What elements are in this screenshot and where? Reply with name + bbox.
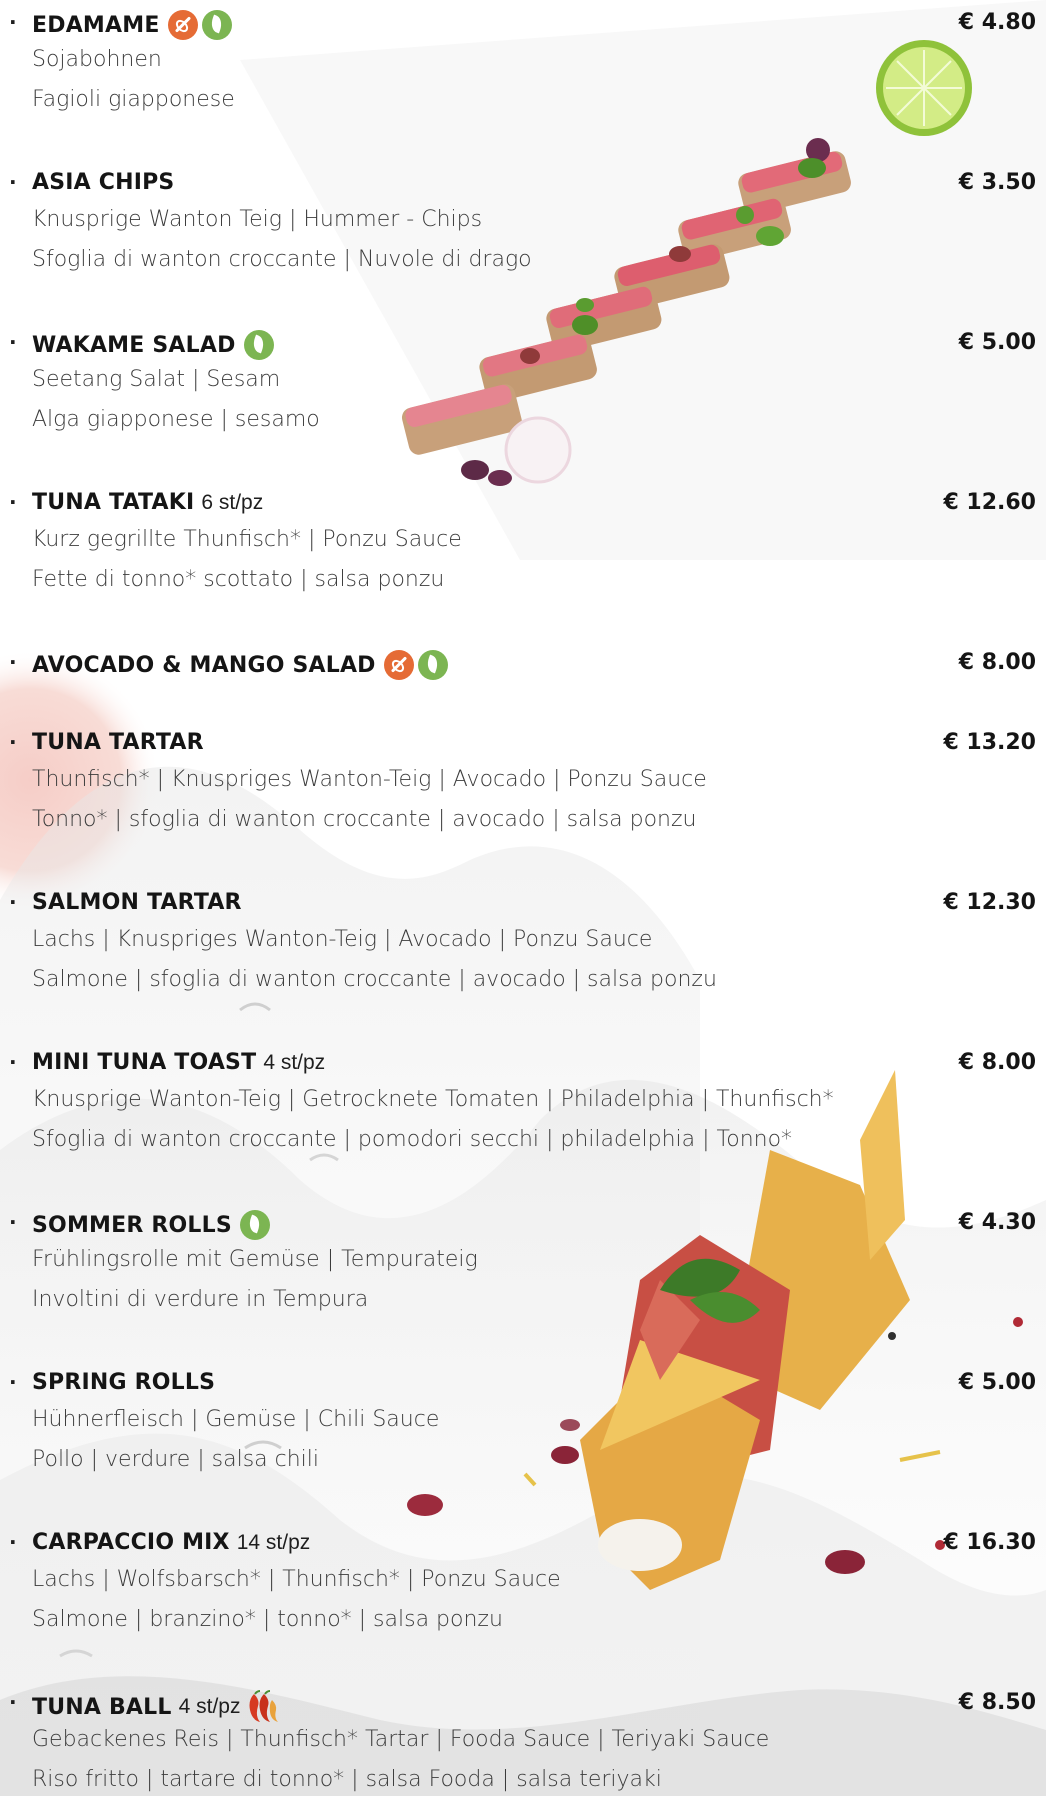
bullet: · <box>9 890 17 914</box>
item-name: AVOCADO & MANGO SALAD <box>32 652 376 678</box>
item-description-it: Tonno* | sfoglia di wanton croccante | a… <box>32 807 697 832</box>
vegan-leaf-icon <box>243 330 274 360</box>
item-description-de: Knusprige Wanton Teig | Hummer - Chips <box>32 207 483 232</box>
item-name: EDAMAME <box>32 12 160 38</box>
item-price: € 8.00 <box>958 650 1036 675</box>
menu-item: · TUNA BALL 4 st/pz € 8.50 Gebackenes Re… <box>0 1684 1046 1800</box>
bullet: · <box>9 730 17 754</box>
item-description-it: Fagioli giapponese <box>32 87 235 112</box>
vegan-leaf-icon <box>417 650 448 680</box>
item-description-it: Sfoglia di wanton croccante | pomodori s… <box>32 1127 793 1152</box>
item-name: SOMMER ROLLS <box>32 1212 232 1238</box>
bullet: · <box>9 10 17 34</box>
item-description-de: Gebackenes Reis | Thunfisch* Tartar | Fo… <box>32 1727 770 1752</box>
item-description-de: Hühnerfleisch | Gemüse | Chili Sauce <box>32 1407 440 1432</box>
item-description-it: Salmone | branzino* | tonno* | salsa pon… <box>32 1607 503 1632</box>
gluten-free-icon <box>383 650 414 680</box>
item-description-de: Thunfisch* | Knuspriges Wanton-Teig | Av… <box>32 767 707 792</box>
item-description-it: Salmone | sfoglia di wanton croccante | … <box>32 967 717 992</box>
item-description-it: Pollo | verdure | salsa chili <box>32 1447 320 1472</box>
item-name: TUNA BALL <box>32 1694 172 1720</box>
menu-item: · EDAMAME € 4.80 Sojabohnen Fagioli giap… <box>0 4 1046 120</box>
item-name: WAKAME SALAD <box>32 332 236 358</box>
item-name: SPRING ROLLS <box>32 1370 216 1395</box>
vegan-leaf-icon <box>201 10 232 40</box>
bullet: · <box>9 1050 17 1074</box>
bullet: · <box>9 1370 17 1394</box>
item-price: € 5.00 <box>958 1370 1036 1395</box>
item-name: ASIA CHIPS <box>32 170 175 195</box>
gluten-free-icon <box>167 10 198 40</box>
item-quantity: 4 st/pz <box>178 1695 241 1718</box>
item-price: € 5.00 <box>958 330 1036 355</box>
bullet: · <box>9 490 17 514</box>
menu-item: · TUNA TATAKI 6 st/pz € 12.60 Kurz gegri… <box>0 484 1046 600</box>
item-name: TUNA TATAKI <box>32 490 195 515</box>
item-description-it: Sfoglia di wanton croccante | Nuvole di … <box>32 247 532 272</box>
item-name: CARPACCIO MIX <box>32 1530 230 1555</box>
item-name: MINI TUNA TOAST <box>32 1050 257 1075</box>
menu-item: · SPRING ROLLS € 5.00 Hühnerfleisch | Ge… <box>0 1364 1046 1480</box>
menu-item: · WAKAME SALAD € 5.00 Seetang Salat | Se… <box>0 324 1046 440</box>
item-description-de: Kurz gegrillte Thunfisch* | Ponzu Sauce <box>32 527 462 552</box>
item-price: € 16.30 <box>943 1530 1036 1555</box>
item-price: € 12.60 <box>943 490 1036 515</box>
item-price: € 12.30 <box>943 890 1036 915</box>
bullet: · <box>9 1530 17 1554</box>
bullet: · <box>9 650 17 674</box>
item-description-de: Lachs | Wolfsbarsch* | Thunfisch* | Ponz… <box>32 1567 561 1592</box>
item-quantity: 4 st/pz <box>263 1050 326 1074</box>
item-price: € 3.50 <box>958 170 1036 195</box>
item-description-de: Sojabohnen <box>32 47 162 72</box>
chili-pepper-icon <box>249 1690 279 1722</box>
item-price: € 4.80 <box>958 10 1036 35</box>
item-description-de: Knusprige Wanton-Teig | Getrocknete Toma… <box>32 1087 834 1112</box>
vegan-leaf-icon <box>239 1210 270 1240</box>
item-description-it: Fette di tonno* scottato | salsa ponzu <box>32 567 445 592</box>
menu-item: · SOMMER ROLLS € 4.30 Frühlingsrolle mit… <box>0 1204 1046 1320</box>
item-price: € 13.20 <box>943 730 1036 755</box>
menu-item: · AVOCADO & MANGO SALAD € 8.00 <box>0 644 1046 680</box>
item-description-it: Riso fritto | tartare di tonno* | salsa … <box>32 1767 662 1792</box>
item-price: € 8.00 <box>958 1050 1036 1075</box>
bullet: · <box>9 170 17 194</box>
bullet: · <box>9 1210 17 1234</box>
item-name: SALMON TARTAR <box>32 890 242 915</box>
bullet: · <box>9 330 17 354</box>
item-description-de: Seetang Salat | Sesam <box>32 367 281 392</box>
menu-item: · CARPACCIO MIX 14 st/pz € 16.30 Lachs |… <box>0 1524 1046 1640</box>
item-quantity: 14 st/pz <box>236 1530 311 1554</box>
menu-list: · EDAMAME € 4.80 Sojabohnen Fagioli giap… <box>0 0 1046 1796</box>
item-price: € 8.50 <box>958 1690 1036 1715</box>
item-description-de: Lachs | Knuspriges Wanton-Teig | Avocado… <box>32 927 653 952</box>
menu-item: · SALMON TARTAR € 12.30 Lachs | Knusprig… <box>0 884 1046 1000</box>
item-description-it: Involtini di verdure in Tempura <box>32 1287 369 1312</box>
menu-item: · TUNA TARTAR € 13.20 Thunfisch* | Knusp… <box>0 724 1046 840</box>
item-quantity: 6 st/pz <box>201 490 264 514</box>
menu-item: · ASIA CHIPS € 3.50 Knusprige Wanton Tei… <box>0 164 1046 280</box>
bullet: · <box>9 1690 17 1714</box>
item-description-de: Frühlingsrolle mit Gemüse | Tempurateig <box>32 1247 478 1272</box>
menu-item: · MINI TUNA TOAST 4 st/pz € 8.00 Knuspri… <box>0 1044 1046 1160</box>
item-description-it: Alga giapponese | sesamo <box>32 407 320 432</box>
item-name: TUNA TARTAR <box>32 730 204 755</box>
item-price: € 4.30 <box>958 1210 1036 1235</box>
